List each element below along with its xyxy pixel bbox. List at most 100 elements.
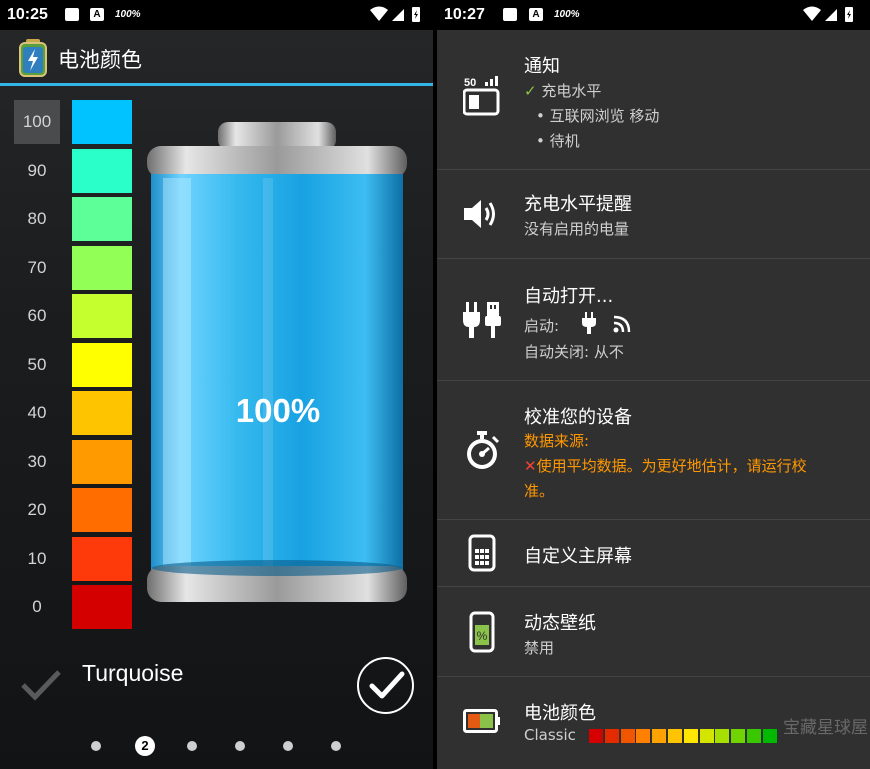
color-swatch-90[interactable] [72,148,132,193]
speaker-icon [464,200,495,228]
status-time: 10:25 [7,6,48,23]
level-label-30: 30 [27,451,47,471]
menu-item-home-screen[interactable]: 自定义主屏幕 [437,520,870,587]
color-swatch-40[interactable] [72,391,132,435]
signal-icon [392,9,404,21]
menu-title-live-wallpaper: 动态壁纸 [524,613,596,634]
confirm-check-icon [369,671,405,699]
settings-screen: 10:27 A 100% 50 通知 ✓ 充电水平 • 互联网浏览 移动 • 待… [437,0,870,769]
battery-color-screen: 10:25 A 100% 电池颜色 100 90 80 70 60 50 40 30 20 10 0 [0,0,433,769]
wireless-icon [613,315,631,333]
color-swatch-30[interactable] [72,439,132,484]
menu-item-notification[interactable]: 50 通知 ✓ 充电水平 • 互联网浏览 移动 • 待机 [437,30,870,170]
stopwatch-icon [467,431,500,469]
menu-item-charge-alert[interactable]: 充电水平提醒 没有启用的电量 [437,170,870,259]
level-label-60: 60 [27,306,47,325]
page-dot-4[interactable] [235,741,245,751]
battery-percent-label: 100% [235,392,321,429]
page-dot-1[interactable] [91,741,101,751]
status-time: 10:27 [444,6,485,23]
page-dot-6[interactable] [331,741,341,751]
menu-subtitle-battery-color: Classic [524,726,576,744]
menu-item-auto-open[interactable]: 自动打开... 启动: 自动关闭: 从不 [437,259,870,381]
level-label-90: 90 [27,160,47,180]
level-label-50: 50 [27,354,47,374]
classic-bar-segment [731,729,746,743]
check-mark: ✓ [524,82,537,100]
app-title: 电池颜色 [58,48,142,72]
page-dot-3[interactable] [187,741,197,751]
wifi-icon [803,6,821,21]
menu-title-charge-alert: 充电水平提醒 [524,194,632,215]
plug-usb-icon [463,302,501,338]
signal-icon [825,9,837,21]
notification-line-standby: 待机 [549,132,580,150]
battery-top-cap [147,146,407,178]
calibrate-warning-line2: 准。 [524,482,555,500]
bullet: • [536,132,545,150]
data-source-label: 数据来源: [524,432,590,450]
menu-subtitle-charge-alert: 没有启用的电量 [524,220,630,238]
level-label-80: 80 [27,209,47,228]
classic-bar-segment [668,729,682,743]
checkmark-icon [21,670,61,701]
gallery-notification-icon [65,8,79,21]
status-bar: 10:27 A 100% [437,0,870,30]
classic-bar-segment [652,729,667,743]
classic-bar-segment [762,729,777,743]
auto-open-start-label: 启动: [524,317,560,335]
plug-icon [582,312,596,334]
status-battery-text: 100% [554,9,580,20]
classic-color-bar [589,729,779,743]
watermark-text: 宝藏星球屋 [783,718,868,738]
level-label-100: 100 [14,100,60,144]
classic-bar-segment [636,729,651,743]
color-swatch-60[interactable] [72,294,132,338]
cross-mark: ✕ [524,457,537,475]
a-notification-icon: A [529,8,543,21]
color-swatch-0[interactable] [72,585,132,629]
notification-line-charge: 充电水平 [541,82,602,100]
app-battery-icon [19,39,47,77]
classic-bar-segment [604,729,619,743]
menu-item-live-wallpaper[interactable]: % 动态壁纸 禁用 [437,587,870,677]
notification-line-browse: 互联网浏览 移动 [549,107,660,125]
color-swatch-10[interactable] [72,536,132,581]
level-label-70: 70 [27,257,47,277]
menu-title-notification: 通知 [524,56,560,77]
color-swatch-70[interactable] [72,245,132,290]
color-swatch-20[interactable] [72,488,132,532]
classic-bar-segment [620,729,635,743]
classic-bar-segment [683,729,698,743]
app-bar: 电池颜色 [0,30,433,86]
classic-bar-segment [747,729,761,743]
page-dot-2[interactable]: 2 [135,736,155,756]
level-label-0: 0 [32,597,42,616]
calibrate-warning-line1: 使用平均数据。为更好地估计，请运行校 [536,457,807,475]
battery-preview-graphic [147,122,407,602]
menu-item-calibrate[interactable]: 校准您的设备 数据来源: ✕使用平均数据。为更好地估计，请运行校 准。 [437,381,870,520]
color-swatch-50[interactable] [72,342,132,387]
notification-level-icon: 50 [463,76,500,116]
color-swatch-80[interactable] [72,197,132,241]
battery-terminal [218,122,336,150]
page-dot-5[interactable] [283,741,293,751]
level-label-40: 40 [27,403,47,422]
gallery-notification-icon [503,8,517,21]
status-right-icons [370,6,420,22]
menu-title-calibrate: 校准您的设备 [524,407,632,428]
wallpaper-icon: % [469,611,495,653]
menu-title-auto-open: 自动打开... [524,286,614,307]
phone-widget-icon [468,534,496,572]
level-label-10: 10 [27,548,47,568]
a-notification-icon: A [90,8,104,21]
classic-bar-segment [715,729,730,743]
color-name-label: Turquoise [82,660,184,686]
confirm-color-button[interactable] [357,657,414,714]
menu-title-battery-color: 电池颜色 [524,703,596,724]
menu-title-home-screen: 自定义主屏幕 [524,546,632,567]
wifi-icon [370,6,388,21]
color-swatch-100[interactable] [72,100,132,144]
status-bar: 10:25 A 100% [0,0,433,30]
menu-subtitle-live-wallpaper: 禁用 [524,639,555,657]
